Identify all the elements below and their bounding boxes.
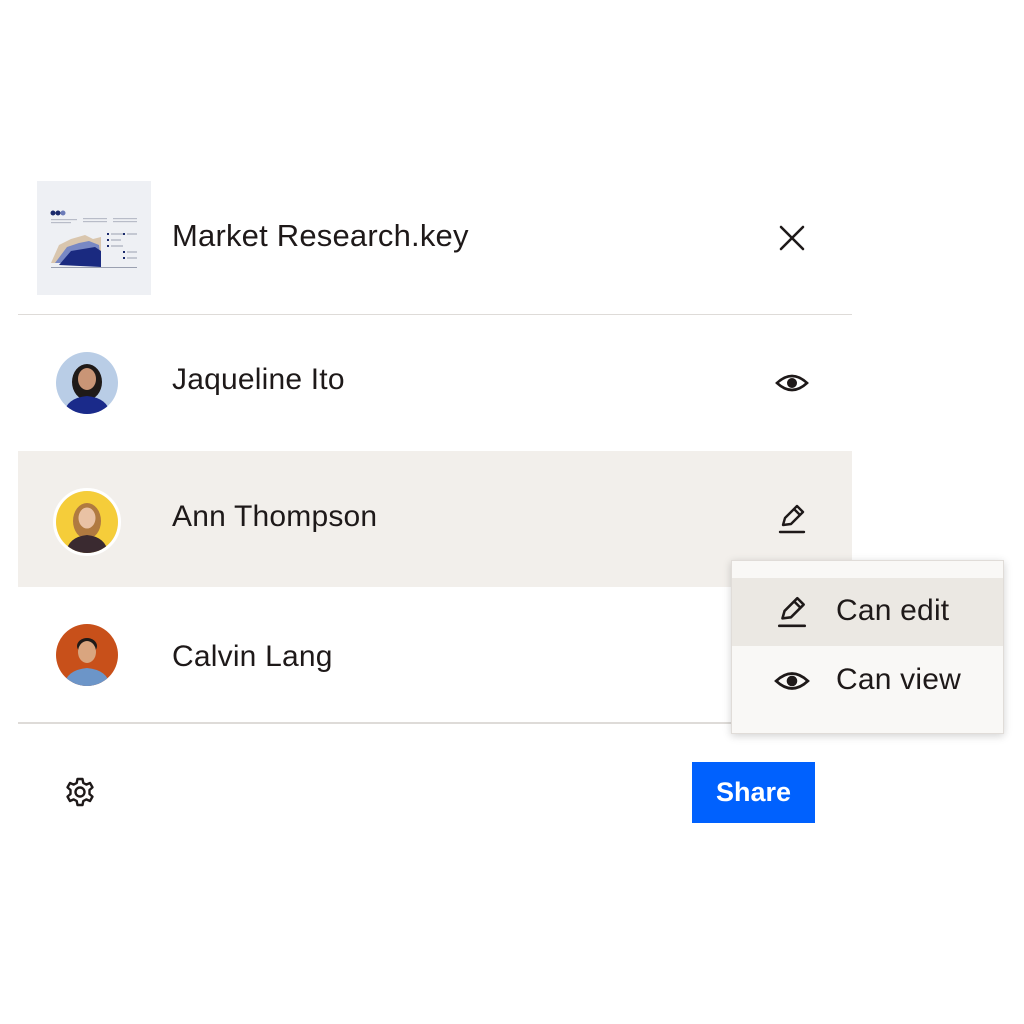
avatar: [56, 352, 118, 414]
member-row-calvin-lang: Calvin Lang: [18, 587, 852, 723]
file-thumbnail: [37, 181, 151, 295]
pencil-icon: [772, 592, 812, 632]
share-button[interactable]: Share: [692, 762, 815, 823]
menu-item-label: Can edit: [836, 594, 950, 627]
avatar: [53, 488, 121, 556]
footer-divider: [18, 722, 852, 724]
eye-icon: [775, 374, 809, 392]
pencil-icon: [778, 504, 806, 534]
close-icon: [779, 225, 805, 251]
file-name: Market Research.key: [172, 218, 469, 253]
close-button[interactable]: [774, 220, 810, 256]
share-dialog: Market Research.key Jaqueline Ito Ann Th…: [18, 160, 852, 840]
avatar: [56, 624, 118, 686]
member-row-ann-thompson[interactable]: Ann Thompson: [18, 451, 852, 587]
permission-menu: Can edit Can view: [731, 560, 1004, 734]
member-name: Ann Thompson: [172, 500, 378, 533]
menu-item-label: Can view: [836, 663, 961, 696]
gear-icon: [66, 777, 94, 807]
member-name: Calvin Lang: [172, 640, 333, 673]
member-row-jaqueline-ito: Jaqueline Ito: [18, 315, 852, 451]
eye-icon: [772, 661, 812, 701]
permission-button[interactable]: [772, 363, 812, 403]
menu-item-can-view[interactable]: Can view: [732, 647, 1003, 715]
settings-button[interactable]: [60, 772, 100, 812]
permission-button[interactable]: [772, 499, 812, 539]
member-name: Jaqueline Ito: [172, 363, 345, 396]
file-header: Market Research.key: [18, 160, 852, 315]
menu-item-can-edit[interactable]: Can edit: [732, 578, 1003, 646]
